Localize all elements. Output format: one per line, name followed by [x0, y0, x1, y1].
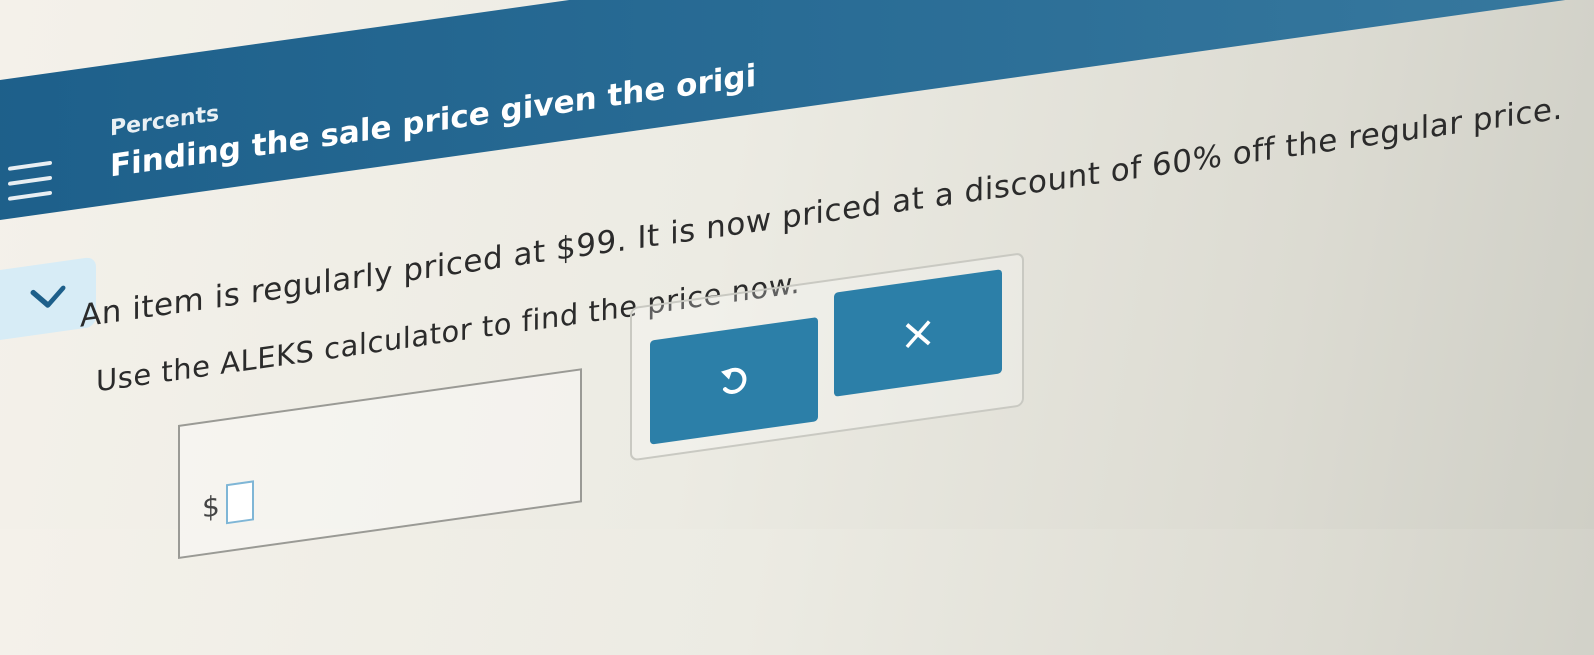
undo-button[interactable]: [650, 317, 818, 445]
clear-button[interactable]: ×: [834, 269, 1002, 397]
undo-icon: [721, 367, 747, 394]
chevron-down-icon: [30, 285, 66, 308]
answer-input[interactable]: [226, 480, 254, 525]
menu-icon[interactable]: [8, 160, 52, 201]
answer-box: $: [178, 368, 582, 559]
aleks-question-screen: Percents Finding the sale price given th…: [0, 0, 1594, 649]
topic-header: [0, 0, 1594, 226]
currency-symbol: $: [202, 489, 220, 525]
close-icon: ×: [899, 304, 937, 362]
